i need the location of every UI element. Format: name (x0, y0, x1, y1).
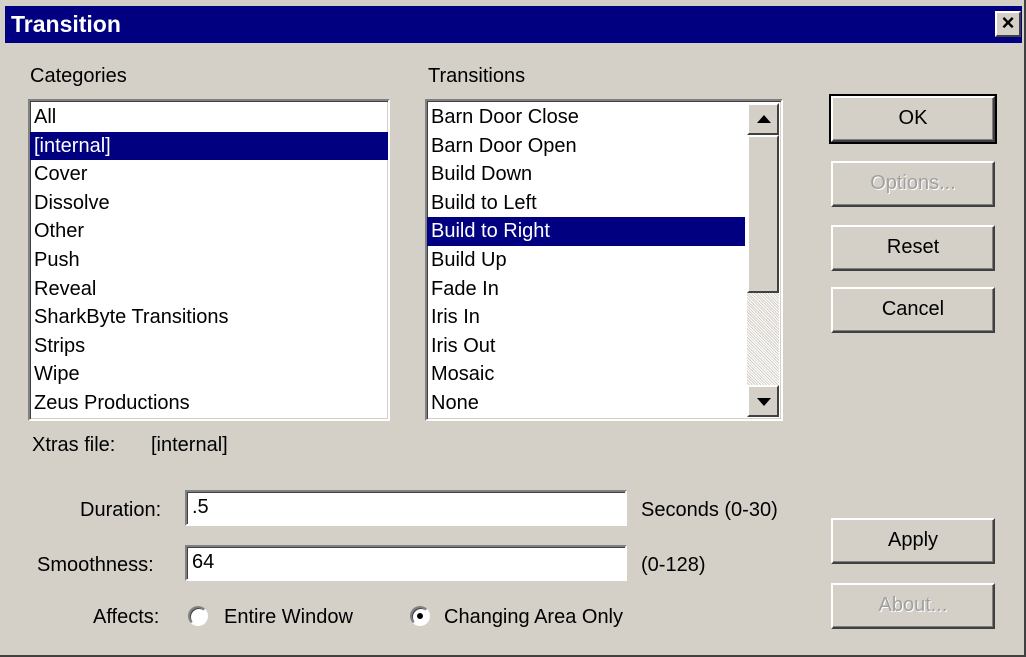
smoothness-input[interactable]: 64 (185, 545, 627, 581)
scroll-down-button[interactable] (747, 385, 779, 417)
transitions-list-item-label: Fade In (431, 277, 499, 300)
apply-button[interactable]: Apply (831, 518, 995, 564)
categories-list-item-label: Cover (34, 163, 88, 186)
radio-changing-area-only-label[interactable]: Changing Area Only (444, 605, 623, 629)
transitions-list[interactable]: Barn Door Close Barn Door Open Build Down B… (425, 99, 783, 421)
ok-button[interactable]: OK (829, 94, 997, 144)
transitions-list-item[interactable]: Iris Out (427, 332, 745, 361)
radio-selected-dot (417, 613, 423, 619)
transitions-list-item[interactable]: Build to Right (427, 217, 745, 246)
transitions-list-item-label: None (431, 391, 479, 414)
categories-list-item-label: Push (34, 248, 80, 271)
categories-list-item[interactable]: All (30, 103, 388, 132)
scroll-up-icon (757, 115, 771, 123)
transitions-list-item-label: Barn Door Close (431, 106, 579, 128)
transitions-label: Transitions (428, 65, 526, 87)
duration-label: Duration: (80, 499, 162, 521)
categories-list-item-label: Dissolve (34, 191, 110, 214)
options-button[interactable]: Options... (831, 161, 995, 207)
transitions-list-item[interactable]: Mosaic (427, 360, 745, 389)
categories-list[interactable]: All [internal] Cover Dissolve Other Push Revea… (28, 99, 390, 421)
window-title: Transition (11, 11, 121, 37)
transitions-list-item[interactable]: None (427, 389, 745, 418)
scroll-down-icon (757, 398, 771, 406)
transitions-list-item[interactable]: Iris In (427, 303, 745, 332)
categories-list-item-label: Strips (34, 334, 86, 357)
transitions-list-item-label: Iris Out (431, 334, 496, 357)
categories-label: Categories (30, 65, 127, 87)
scroll-thumb[interactable] (747, 135, 779, 293)
transitions-list-item-label: Build to Left (431, 191, 537, 214)
radio-entire-window-label[interactable]: Entire Window (224, 605, 353, 629)
categories-list-item[interactable]: Push (30, 246, 388, 275)
categories-list-item-label: All (34, 106, 57, 128)
radio-entire-window[interactable] (188, 606, 208, 626)
duration-input[interactable]: .5 (185, 490, 627, 526)
transitions-list-item[interactable]: Build to Left (427, 189, 745, 218)
categories-list-item[interactable]: Wipe (30, 360, 388, 389)
transitions-list-item-label: Barn Door Open (431, 134, 577, 157)
smoothness-hint: (0-128) (641, 554, 706, 576)
close-icon: × (1001, 10, 1015, 35)
cancel-button[interactable]: Cancel (831, 287, 995, 333)
scroll-up-button[interactable] (747, 103, 779, 135)
title-bar[interactable]: Transition × (5, 6, 1022, 43)
categories-list-item-label: SharkByte Transitions (34, 306, 229, 329)
xtras-file-label: Xtras file: (32, 434, 116, 456)
categories-list-item[interactable]: Reveal (30, 275, 388, 304)
transitions-list-item[interactable]: Build Down (427, 160, 745, 189)
categories-list-item-label: [internal] (34, 134, 111, 157)
categories-list-item-label: Zeus Productions (34, 391, 190, 414)
categories-list-item[interactable]: Strips (30, 332, 388, 361)
duration-hint: Seconds (0-30) (641, 499, 778, 521)
smoothness-label: Smoothness: (37, 554, 154, 576)
affects-label: Affects: (93, 606, 160, 628)
about-button[interactable]: About... (831, 583, 995, 629)
categories-list-item[interactable]: Cover (30, 160, 388, 189)
transitions-list-item[interactable]: Fade In (427, 275, 745, 304)
reset-button[interactable]: Reset (831, 225, 995, 271)
transitions-list-item[interactable]: Barn Door Open (427, 132, 745, 161)
transitions-list-item-label: Build Up (431, 248, 507, 271)
transitions-list-item[interactable]: Build Up (427, 246, 745, 275)
xtras-file-value: [internal] (151, 434, 228, 456)
transitions-list-item-label: Mosaic (431, 363, 495, 386)
transitions-list-item-label: Iris In (431, 306, 480, 329)
categories-list-item-label: Other (34, 220, 85, 243)
categories-list-item[interactable]: Zeus Productions (30, 389, 388, 418)
categories-list-item-label: Reveal (34, 277, 97, 300)
close-button[interactable]: × (995, 11, 1021, 37)
categories-list-item[interactable]: SharkByte Transitions (30, 303, 388, 332)
categories-list-item[interactable]: Other (30, 217, 388, 246)
transitions-list-item-label: Build Down (431, 163, 533, 186)
transition-dialog: Transition × Categories All [internal] Cov… (0, 0, 1026, 657)
categories-list-item[interactable]: Dissolve (30, 189, 388, 218)
categories-list-item-label: Wipe (34, 363, 80, 386)
transitions-list-item[interactable]: Barn Door Close (427, 103, 745, 132)
transitions-scrollbar[interactable] (747, 103, 779, 417)
categories-list-item[interactable]: [internal] (30, 131, 388, 161)
radio-changing-area-only[interactable] (410, 606, 430, 626)
transitions-list-item-label: Build to Right (431, 220, 550, 243)
